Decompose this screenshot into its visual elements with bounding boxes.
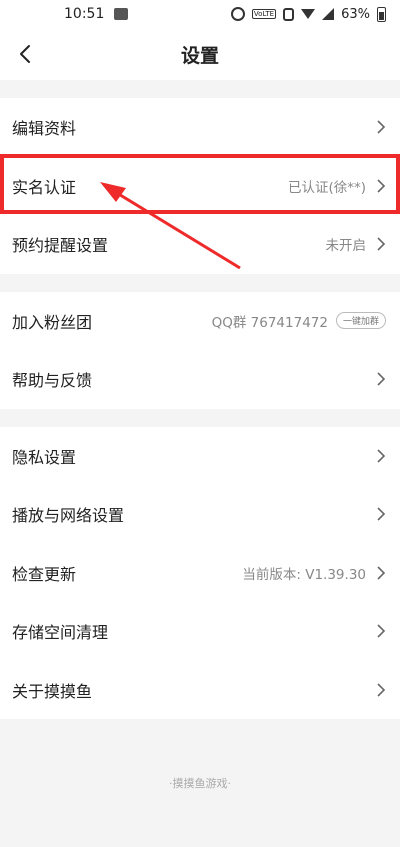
settings-row-reminder[interactable]: 预约提醒设置 未开启 (0, 215, 400, 274)
page-title: 设置 (180, 44, 219, 67)
settings-row-storage-cleanup[interactable]: 存储空间清理 (0, 602, 400, 661)
battery-icon (377, 6, 386, 22)
chevron-right-icon (377, 624, 386, 638)
settings-row-privacy[interactable]: 隐私设置 (0, 426, 400, 485)
settings-row-check-update[interactable]: 检查更新 当前版本: V1.39.30 (0, 543, 400, 602)
alarm-icon (230, 7, 245, 21)
signal-icon (322, 8, 335, 20)
status-time: 10:51 (64, 6, 105, 22)
settings-row-fan-group[interactable]: 加入粉丝团 QQ群 767417472 一键加群 (0, 291, 400, 350)
verification-status: 已认证(徐**) (287, 179, 366, 196)
settings-group-account: 编辑资料 实名认证 已认证(徐**) 预约提醒设置 未开启 (0, 98, 400, 274)
row-label: 实名认证 (12, 177, 77, 197)
settings-group-general: 隐私设置 播放与网络设置 检查更新 当前版本: V1.39.30 存储空间清理 … (0, 426, 400, 719)
row-label: 编辑资料 (12, 119, 77, 139)
settings-row-real-name-verification[interactable]: 实名认证 已认证(徐**) (0, 156, 400, 215)
back-icon[interactable] (14, 42, 38, 66)
settings-row-playback-network[interactable]: 播放与网络设置 (0, 485, 400, 544)
row-label: 加入粉丝团 (12, 312, 93, 332)
chevron-right-icon (377, 179, 386, 193)
row-label: 帮助与反馈 (12, 371, 93, 391)
gallery-icon (114, 8, 129, 20)
row-label: 关于摸摸鱼 (12, 681, 93, 701)
chevron-right-icon (377, 372, 386, 386)
row-label: 检查更新 (12, 564, 77, 584)
chevron-right-icon (377, 449, 386, 463)
chevron-right-icon (377, 120, 386, 134)
mute-icon (283, 7, 295, 21)
qq-group-number: QQ群 767417472 (211, 314, 328, 331)
volte-icon: VoLTE (251, 9, 277, 19)
status-bar: 10:51 VoLTE 63% (0, 0, 400, 28)
chevron-right-icon (377, 566, 386, 580)
settings-row-help-feedback[interactable]: 帮助与反馈 (0, 350, 400, 409)
wifi-icon (301, 9, 316, 19)
settings-row-about[interactable]: 关于摸摸鱼 (0, 660, 400, 719)
row-label: 隐私设置 (12, 447, 77, 467)
app-header: 设置 (0, 28, 400, 80)
chevron-right-icon (377, 237, 386, 251)
settings-group-community: 加入粉丝团 QQ群 767417472 一键加群 帮助与反馈 (0, 291, 400, 409)
status-icons: VoLTE 63% (230, 6, 386, 22)
join-group-button[interactable]: 一键加群 (335, 312, 386, 330)
battery-percent: 63% (341, 6, 370, 22)
settings-row-edit-profile[interactable]: 编辑资料 (0, 98, 400, 157)
row-label: 预约提醒设置 (12, 236, 109, 256)
chevron-right-icon (377, 683, 386, 697)
row-label: 播放与网络设置 (12, 506, 125, 526)
current-version: 当前版本: V1.39.30 (242, 566, 366, 583)
reminder-status: 未开启 (325, 238, 367, 255)
row-label: 存储空间清理 (12, 623, 109, 643)
footer-brand: ·摸摸鱼游戏· (169, 777, 231, 790)
chevron-right-icon (377, 507, 386, 521)
